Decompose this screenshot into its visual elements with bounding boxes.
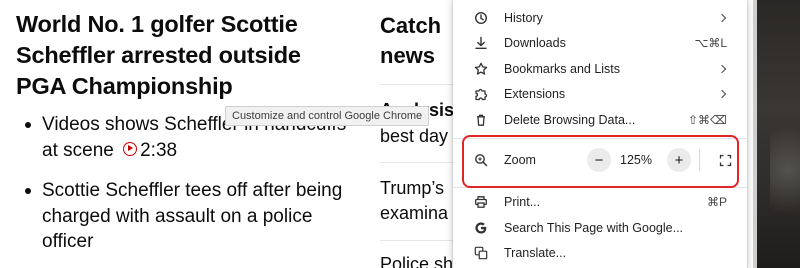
chevron-right-icon	[717, 64, 727, 73]
menu-item-downloads[interactable]: Downloads ⌥⌘L	[453, 30, 747, 55]
menu-item-label: Extensions	[504, 86, 566, 101]
background-highlight	[770, 110, 800, 230]
column-story[interactable]: Police sh	[380, 252, 460, 268]
zoom-highlight-box	[462, 135, 739, 188]
download-icon	[473, 35, 489, 51]
menu-item-extensions[interactable]: Extensions	[453, 81, 747, 106]
menu-item-label: Downloads	[504, 35, 566, 50]
menu-item-label: Search This Page with Google...	[504, 220, 684, 235]
menu-item-label: History	[504, 10, 543, 25]
menu-item-search-page-google[interactable]: Search This Page with Google...	[453, 215, 747, 240]
menu-item-label: Translate...	[504, 245, 567, 260]
chevron-right-icon	[717, 89, 727, 98]
chrome-main-menu: History Downloads ⌥⌘L Bookmarks and List…	[453, 0, 747, 268]
menu-item-translate[interactable]: Translate...	[453, 240, 747, 265]
menu-item-label: Bookmarks and Lists	[504, 61, 621, 76]
shortcut-label: ⌘P	[706, 194, 727, 209]
column-story-line[interactable]: best day	[380, 124, 460, 148]
google-g-icon	[473, 220, 489, 236]
history-icon	[473, 10, 489, 26]
play-icon[interactable]	[123, 141, 138, 156]
divider	[380, 162, 460, 163]
menu-item-label: Delete Browsing Data...	[504, 112, 636, 127]
menu-item-history[interactable]: History	[453, 5, 747, 30]
star-icon	[473, 61, 489, 77]
printer-icon	[473, 194, 489, 210]
column-title: Catch news	[380, 13, 442, 68]
menu-item-delete-browsing-data[interactable]: Delete Browsing Data... ⇧⌘⌫	[453, 107, 747, 132]
bullet-text[interactable]: Scottie Scheffler tees off after being c…	[42, 180, 342, 252]
bullet-item-story[interactable]: Scottie Scheffler tees off after being c…	[16, 178, 356, 255]
column-story[interactable]: Trump’s examina	[380, 176, 455, 226]
menu-item-label: Print...	[504, 194, 541, 209]
trash-icon	[473, 112, 489, 128]
menu-item-print[interactable]: Print... ⌘P	[453, 189, 747, 214]
extension-puzzle-icon	[473, 86, 489, 102]
divider	[380, 240, 460, 241]
translate-icon	[473, 245, 489, 261]
menu-button-tooltip: Customize and control Google Chrome	[225, 106, 430, 126]
shortcut-label: ⌥⌘L	[694, 35, 727, 50]
chevron-right-icon	[717, 13, 727, 22]
divider	[380, 84, 460, 85]
shortcut-label: ⇧⌘⌫	[687, 112, 727, 127]
article-headline[interactable]: World No. 1 golfer Scottie Scheffler arr…	[16, 9, 356, 102]
news-column: Catch news Analysis best day Trump’s exa…	[380, 0, 460, 268]
article-bullet-list: Videos shows Scheffler in handcuffs at s…	[16, 112, 356, 255]
video-duration: 2:38	[140, 139, 178, 161]
menu-item-bookmarks[interactable]: Bookmarks and Lists	[453, 56, 747, 81]
